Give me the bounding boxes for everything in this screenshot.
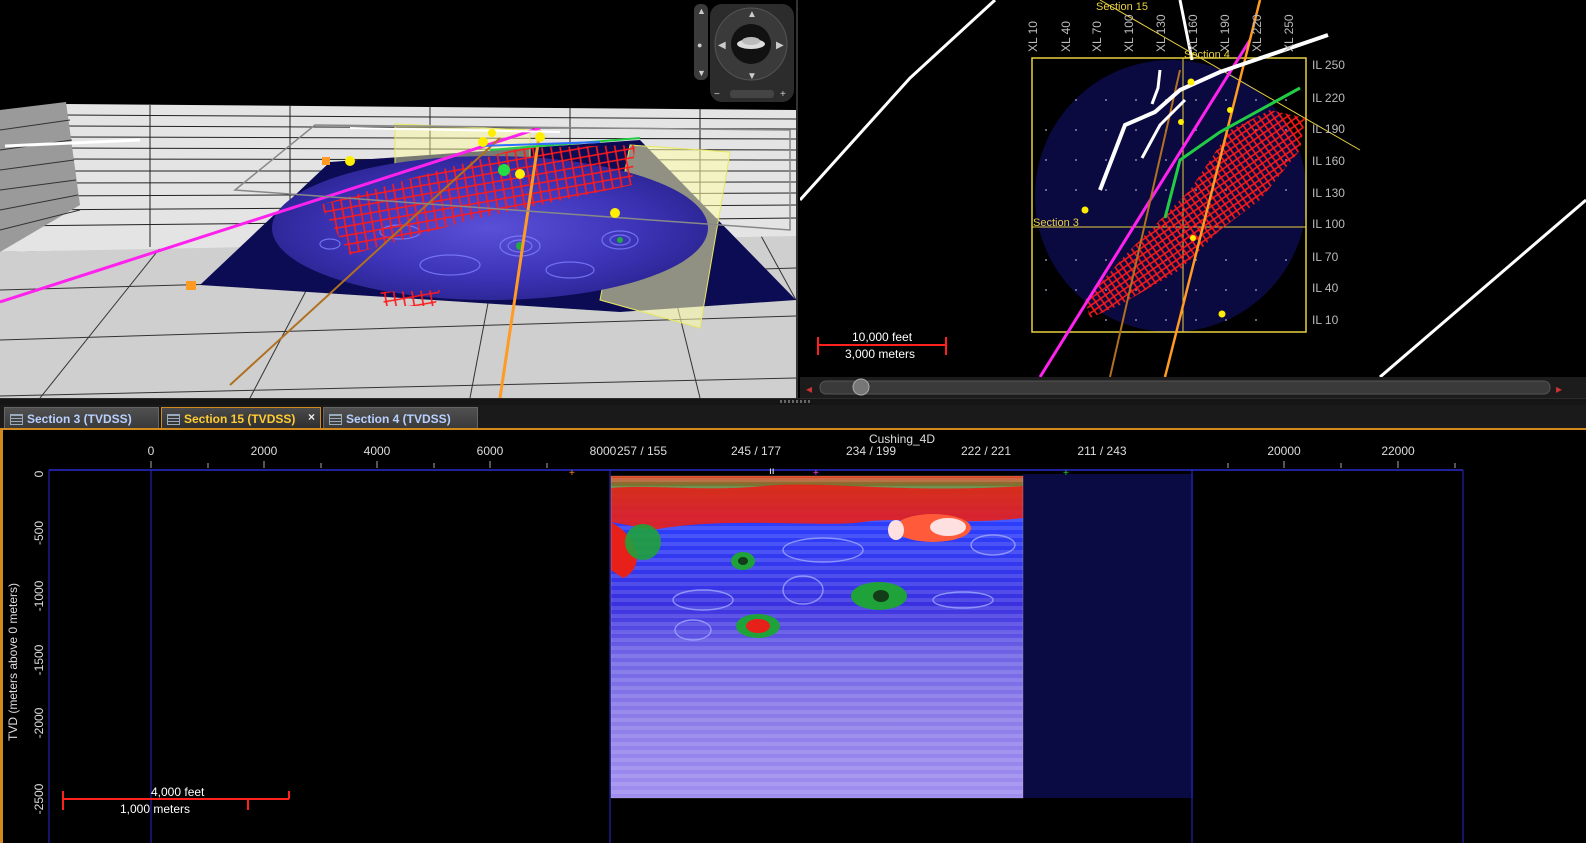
svg-text:XL 10: XL 10 [1026,21,1040,52]
svg-text:10,000 feet: 10,000 feet [852,330,913,344]
svg-text:234 / 199: 234 / 199 [846,444,896,458]
3d-scene[interactable]: ▲ ▼ ◀ ▶ − + ▲ ● ▼ [0,0,796,398]
zoom-out-icon[interactable]: − [714,89,720,100]
svg-text:245 / 177: 245 / 177 [731,444,781,458]
svg-text:IL 100: IL 100 [1312,217,1345,231]
tab-section-15[interactable]: Section 15 (TVDSS) × [161,407,321,428]
inline-labels: IL 250 IL 220 IL 190 IL 160 IL 130 IL 10… [1312,58,1345,327]
tab-label: Section 4 (TVDSS) [346,412,451,426]
svg-text:XL 70: XL 70 [1090,21,1104,52]
svg-text:XL 40: XL 40 [1059,21,1073,52]
pan-up-icon[interactable]: ▲ [747,9,757,20]
svg-text:1,000 meters: 1,000 meters [120,802,190,816]
svg-text:2000: 2000 [251,444,278,458]
y-axis-labels: 0 -500 -1000 -1500 -2000 -2500 [32,470,46,814]
svg-text:XL 130: XL 130 [1154,14,1168,52]
svg-text:IL 160: IL 160 [1312,154,1345,168]
svg-text:6000: 6000 [477,444,504,458]
section-view-pane[interactable]: Cushing_4D 0 2000 4000 6000 8000 20000 2… [0,430,1586,843]
section-15-label[interactable]: Section 15 [1096,1,1148,13]
section-3-label[interactable]: Section 3 [1033,217,1079,229]
zoom-in-icon[interactable]: + [780,89,786,100]
svg-text:-2000: -2000 [32,707,46,738]
svg-text:IL 190: IL 190 [1312,122,1345,136]
tab-label: Section 3 (TVDSS) [27,412,132,426]
section-tab-icon [167,414,180,425]
svg-text:+: + [1063,468,1069,479]
scroll-right-icon[interactable]: ▸ [1556,382,1562,396]
lease-boundary [800,0,997,202]
scroll-thumb[interactable] [852,378,870,396]
basemap[interactable]: XL 10 XL 40 XL 70 XL 100 XL 130 XL 160 X… [800,0,1586,398]
crossline-labels: XL 10 XL 40 XL 70 XL 100 XL 130 XL 160 X… [1026,14,1296,52]
svg-text:+: + [569,468,575,479]
section-tab-bar: Section 3 (TVDSS) Section 15 (TVDSS) × S… [0,405,1586,430]
svg-text:▲: ▲ [697,6,706,16]
basemap-pane[interactable]: XL 10 XL 40 XL 70 XL 100 XL 130 XL 160 X… [800,0,1586,398]
pan-left-icon[interactable]: ◀ [718,40,726,51]
svg-text:-2500: -2500 [32,783,46,814]
section-4-label[interactable]: Section 4 [1184,49,1230,61]
svg-text:222 / 221: 222 / 221 [961,444,1011,458]
section-scale-bar: 4,000 feet 1,000 meters [62,785,290,816]
svg-text:257 / 155: 257 / 155 [617,444,667,458]
svg-text:IL 10: IL 10 [1312,313,1339,327]
tab-label: Section 15 (TVDSS) [184,412,296,426]
3d-view-pane[interactable]: ▲ ▼ ◀ ▶ − + ▲ ● ▼ [0,0,798,398]
svg-text:●: ● [697,40,702,50]
y-axis-title: TVD (meters above 0 meters) [6,583,20,741]
well-head-marker[interactable] [186,281,196,290]
section-tab-icon [329,414,342,425]
svg-text:4000: 4000 [364,444,391,458]
svg-text:-500: -500 [32,521,46,545]
svg-text:4,000 feet: 4,000 feet [151,785,205,799]
section-tab-icon [10,414,23,425]
svg-text:20000: 20000 [1267,444,1301,458]
map-horizontal-scrollbar[interactable]: ◂ ▸ [800,377,1586,398]
svg-text:XL 190: XL 190 [1218,14,1232,52]
scroll-left-icon[interactable]: ◂ [806,382,812,396]
trace-labels: 257 / 155 245 / 177 234 / 199 222 / 221 … [617,444,1127,458]
svg-text:22000: 22000 [1381,444,1415,458]
svg-text:IL 220: IL 220 [1312,91,1345,105]
x-axis-ticks [150,461,1456,468]
svg-text:8000: 8000 [590,444,617,458]
svg-text:IL 130: IL 130 [1312,186,1345,200]
svg-text:+: + [813,468,819,479]
svg-text:ıı: ıı [769,466,775,477]
svg-text:IL 250: IL 250 [1312,58,1345,72]
map-scale-bar: 10,000 feet 3,000 meters [817,330,947,361]
pan-down-icon[interactable]: ▼ [747,71,757,82]
svg-text:0: 0 [148,444,155,458]
x-axis-labels: 0 2000 4000 6000 8000 20000 22000 [148,444,1415,458]
seismic-section[interactable]: Cushing_4D 0 2000 4000 6000 8000 20000 2… [3,430,1586,843]
navigation-widget[interactable]: ▲ ▼ ◀ ▶ − + ▲ ● ▼ [694,4,794,102]
svg-text:▼: ▼ [697,68,706,78]
svg-text:XL 160: XL 160 [1186,14,1200,52]
pan-right-icon[interactable]: ▶ [776,40,784,51]
svg-text:IL 70: IL 70 [1312,250,1339,264]
svg-text:3,000 meters: 3,000 meters [845,347,915,361]
svg-text:XL 100: XL 100 [1122,14,1136,52]
svg-text:-1000: -1000 [32,580,46,611]
svg-text:0: 0 [32,470,46,477]
seismic-image[interactable] [610,475,1024,799]
section-no-data-region [1023,474,1193,798]
close-icon[interactable]: × [308,410,315,424]
svg-text:211 / 243: 211 / 243 [1077,444,1126,458]
svg-text:XL 250: XL 250 [1282,14,1296,52]
tab-section-4[interactable]: Section 4 (TVDSS) [323,407,478,428]
svg-text:-1500: -1500 [32,644,46,675]
svg-text:IL 40: IL 40 [1312,281,1339,295]
tab-section-3[interactable]: Section 3 (TVDSS) [4,407,159,428]
svg-text:XL 220: XL 220 [1250,14,1264,52]
